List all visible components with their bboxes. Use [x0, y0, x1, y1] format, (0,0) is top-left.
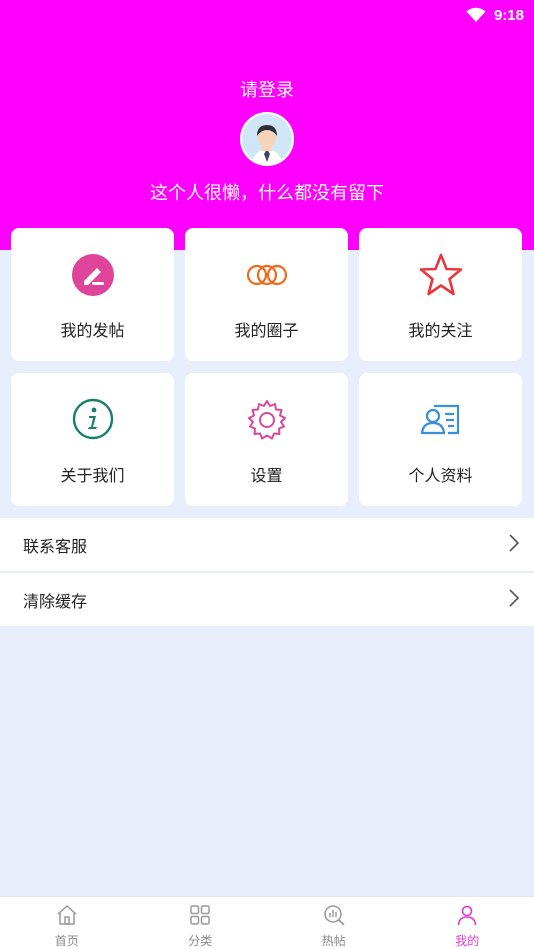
my-circles-card[interactable]: 我的圈子 — [185, 228, 348, 361]
tab-category[interactable]: 分类 — [134, 897, 268, 949]
tab-label: 我的 — [455, 934, 480, 948]
card-label: 设置 — [250, 466, 283, 485]
hot-posts-icon — [324, 905, 345, 926]
card-label: 我的关注 — [408, 321, 473, 340]
my-follows-card[interactable]: 我的关注 — [359, 228, 522, 361]
settings-card[interactable]: 设置 — [185, 373, 348, 506]
bottom-tab-bar: 首页 分类 热帖 我的 — [0, 896, 534, 949]
chevron-right-icon — [509, 534, 520, 552]
info-icon — [72, 398, 113, 440]
user-icon — [457, 905, 477, 926]
card-label: 关于我们 — [60, 466, 125, 485]
tab-label: 首页 — [54, 934, 79, 948]
profile-header: 9:18 请登录 这个人很懒，什么都没有留下 — [0, 0, 534, 250]
card-label: 我的圈子 — [234, 321, 299, 340]
clock: 9:18 — [493, 6, 524, 24]
gear-icon — [247, 400, 286, 440]
my-posts-card[interactable]: 我的发帖 — [11, 228, 174, 361]
bio-text: 这个人很懒，什么都没有留下 — [150, 183, 384, 204]
chevron-right-icon — [509, 589, 520, 607]
circles-icon — [246, 264, 287, 286]
tab-mine[interactable]: 我的 — [401, 897, 534, 949]
home-icon — [57, 904, 77, 925]
tab-hot-posts[interactable]: 热帖 — [267, 897, 401, 949]
category-icon — [190, 905, 210, 925]
row-label: 联系客服 — [23, 537, 88, 556]
status-bar: 9:18 — [466, 4, 524, 26]
profile-info-card[interactable]: 个人资料 — [359, 373, 522, 506]
avatar[interactable] — [240, 112, 294, 166]
clear-cache-row[interactable]: 清除缓存 — [0, 573, 534, 626]
wifi-icon — [466, 7, 486, 22]
tab-home[interactable]: 首页 — [0, 897, 134, 949]
tab-label: 分类 — [188, 934, 213, 948]
avatar-image — [242, 114, 292, 164]
star-icon — [419, 253, 462, 296]
row-label: 清除缓存 — [23, 592, 88, 611]
login-prompt[interactable]: 请登录 — [0, 76, 534, 102]
profile-card-icon — [420, 404, 459, 435]
contact-support-row[interactable]: 联系客服 — [0, 518, 534, 571]
edit-icon — [71, 254, 114, 296]
card-label: 个人资料 — [408, 466, 473, 485]
tab-label: 热帖 — [321, 934, 346, 948]
card-label: 我的发帖 — [60, 321, 125, 340]
about-us-card[interactable]: 关于我们 — [11, 373, 174, 506]
